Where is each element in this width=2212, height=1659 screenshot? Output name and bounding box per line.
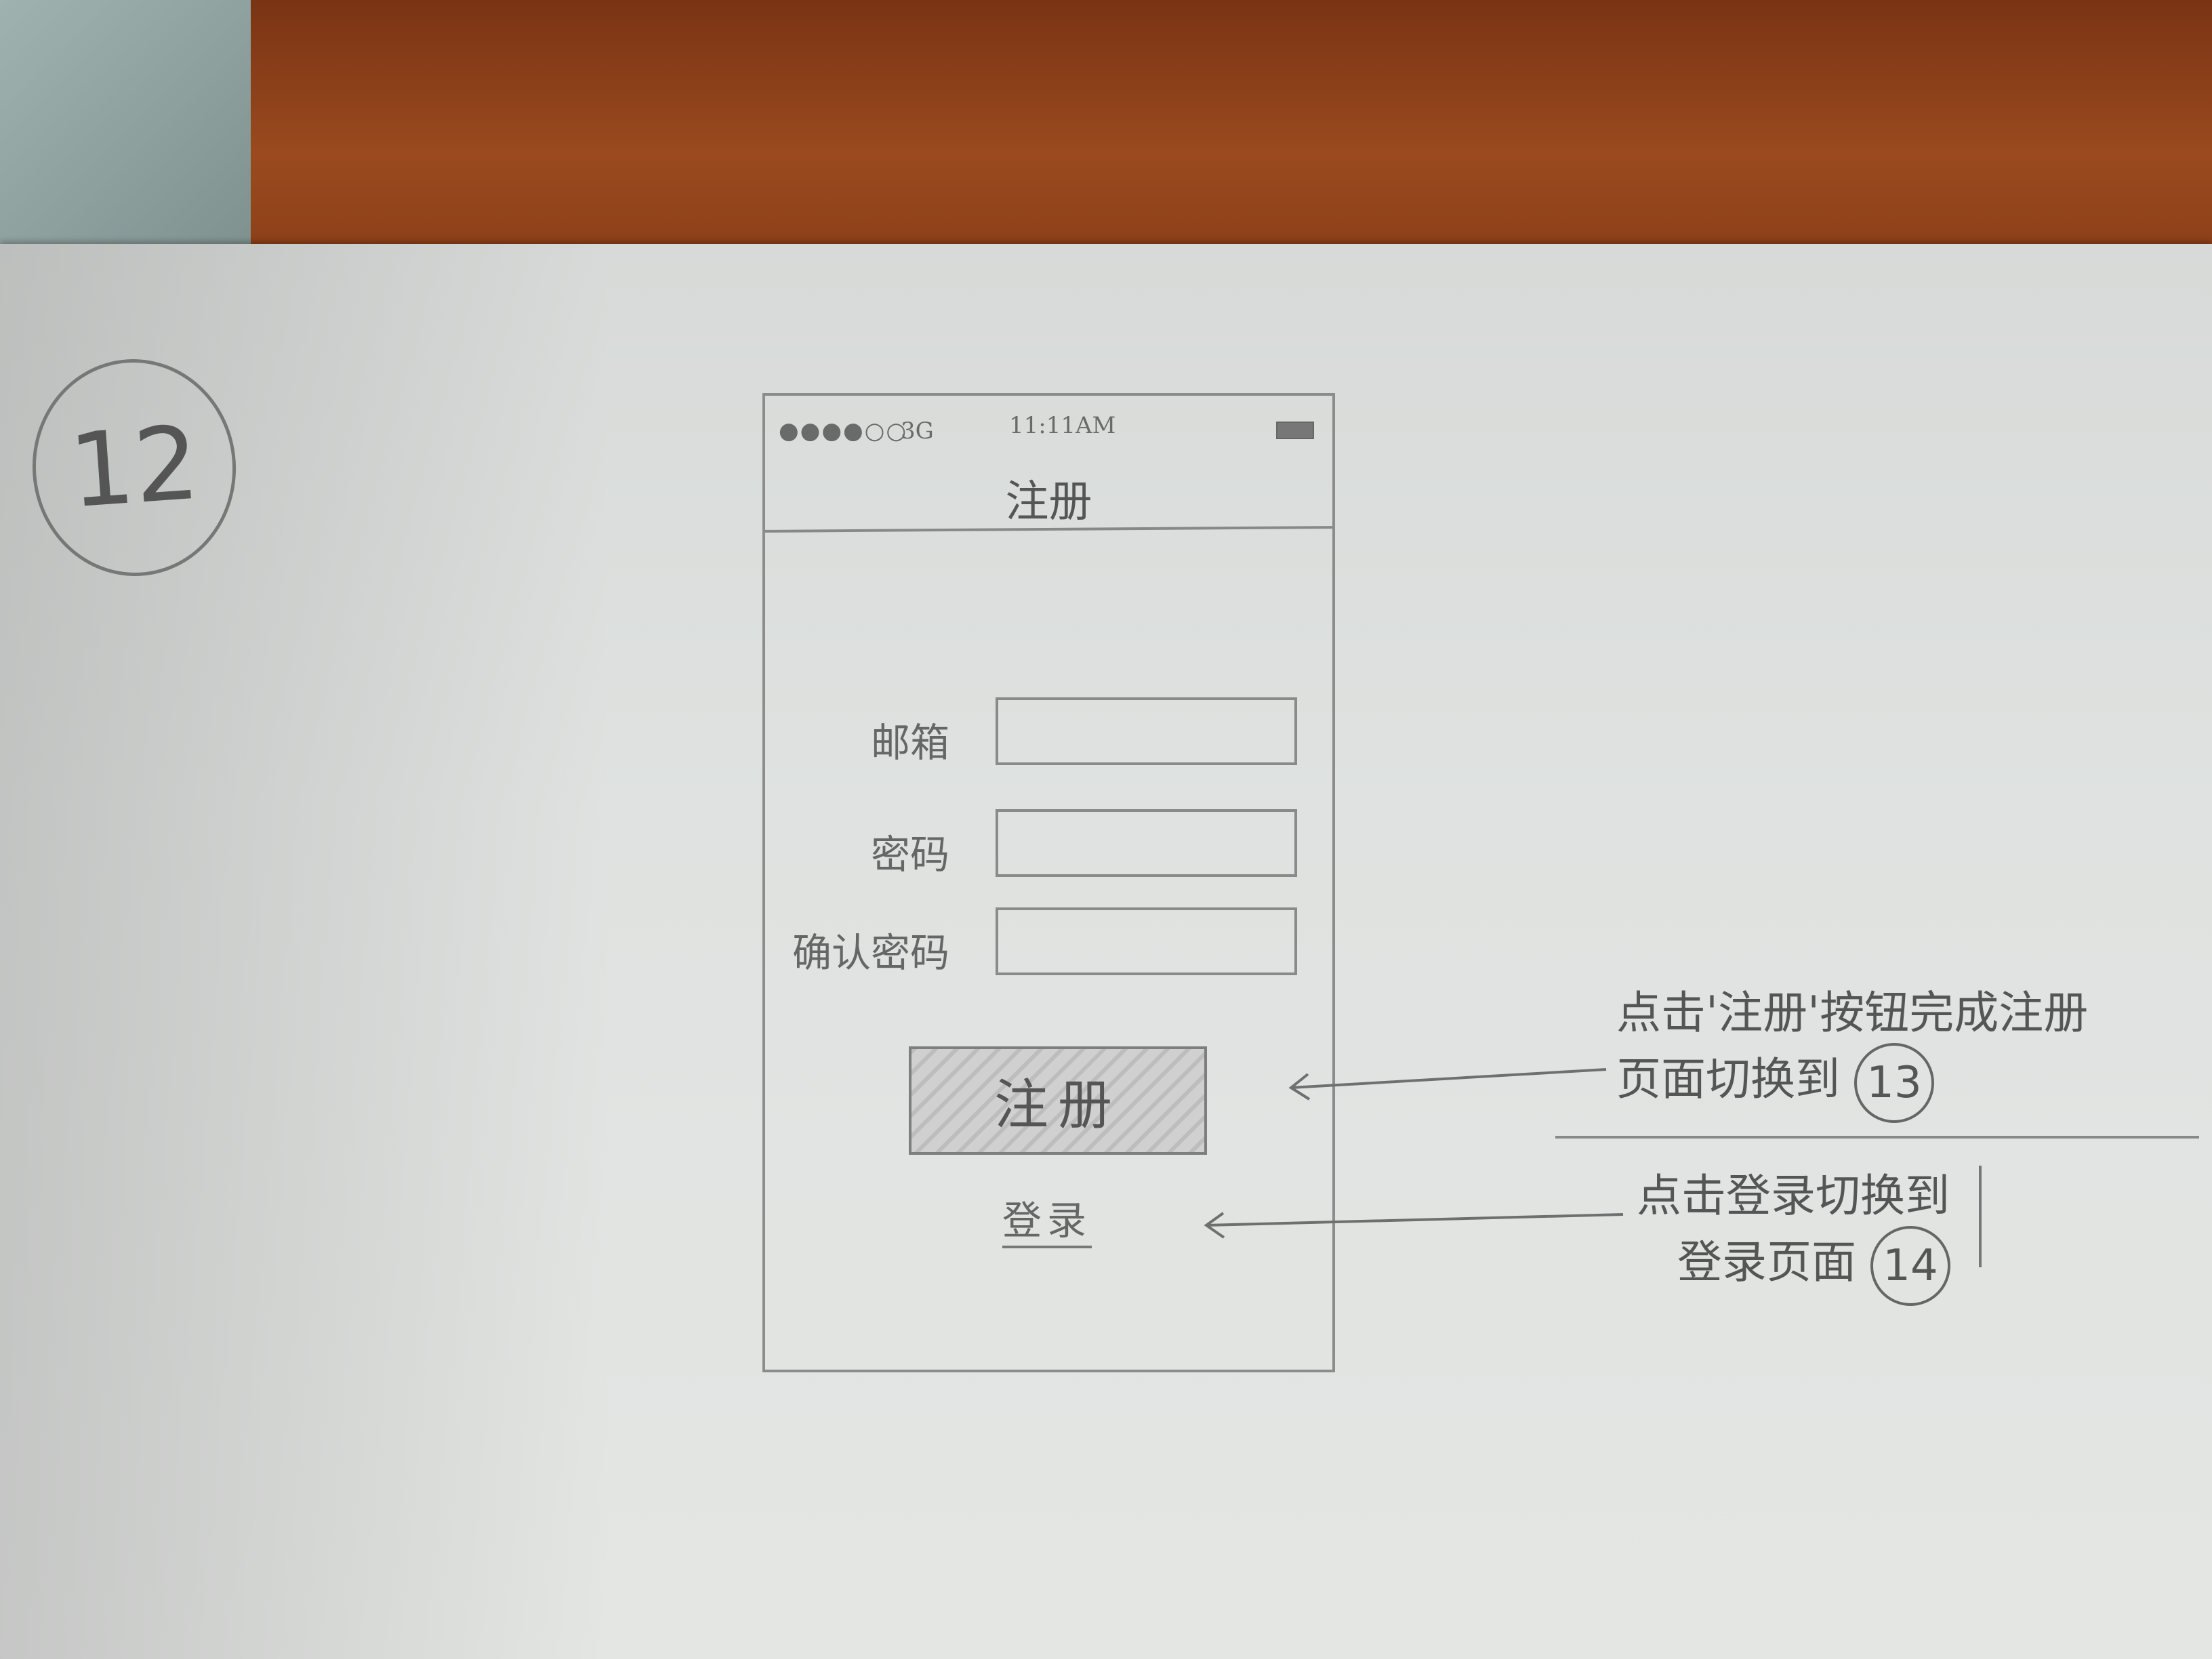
confirm-password-label: 确认密码 <box>792 930 949 976</box>
register-annotation-line2: 页面切换到 <box>1616 1053 1840 1106</box>
confirm-password-field[interactable] <box>996 907 1297 975</box>
status-time: 11:11AM <box>1009 412 1116 439</box>
cloth-background <box>0 0 251 258</box>
desk-background <box>0 0 2212 258</box>
annotation-divider <box>1555 1136 2199 1139</box>
register-annotation: 点击'注册'按钮完成注册 页面切换到 13 <box>1616 983 2089 1124</box>
register-button[interactable]: 注册 <box>909 1046 1207 1155</box>
register-annotation-line2-row: 页面切换到 13 <box>1616 1043 2088 1124</box>
email-label: 邮箱 <box>870 720 949 766</box>
register-target-badge: 13 <box>1853 1043 1934 1124</box>
password-field[interactable] <box>996 809 1297 877</box>
page-title: 注册 <box>1005 477 1092 527</box>
login-link[interactable]: 登录 <box>1002 1189 1092 1248</box>
register-annotation-line1: 点击'注册'按钮完成注册 <box>1616 987 2089 1039</box>
email-row: 邮箱 <box>765 697 1332 772</box>
signal-strength: ●●●●○○ <box>779 417 908 445</box>
battery-icon <box>1276 422 1314 439</box>
status-bar: ●●●●○○ 3G 11:11AM <box>779 412 1321 450</box>
annotation-bracket <box>1979 1166 1982 1267</box>
login-annotation-line2-row: 登录页面 14 <box>1637 1226 1950 1307</box>
password-label: 密码 <box>870 832 949 878</box>
confirm-password-row: 确认密码 <box>765 907 1332 982</box>
password-row: 密码 <box>765 809 1332 884</box>
login-annotation-line2: 登录页面 <box>1677 1236 1856 1289</box>
phone-frame: ●●●●○○ 3G 11:11AM 注册 邮箱 密码 确认密码 注册 登录 <box>762 393 1335 1372</box>
email-field[interactable] <box>996 697 1297 765</box>
login-annotation-line1: 点击登录切换到 <box>1637 1170 1950 1222</box>
carrier-label: 3G <box>901 417 934 445</box>
login-annotation: 点击登录切换到 登录页面 14 <box>1637 1166 1950 1307</box>
login-target-badge: 14 <box>1870 1226 1950 1307</box>
